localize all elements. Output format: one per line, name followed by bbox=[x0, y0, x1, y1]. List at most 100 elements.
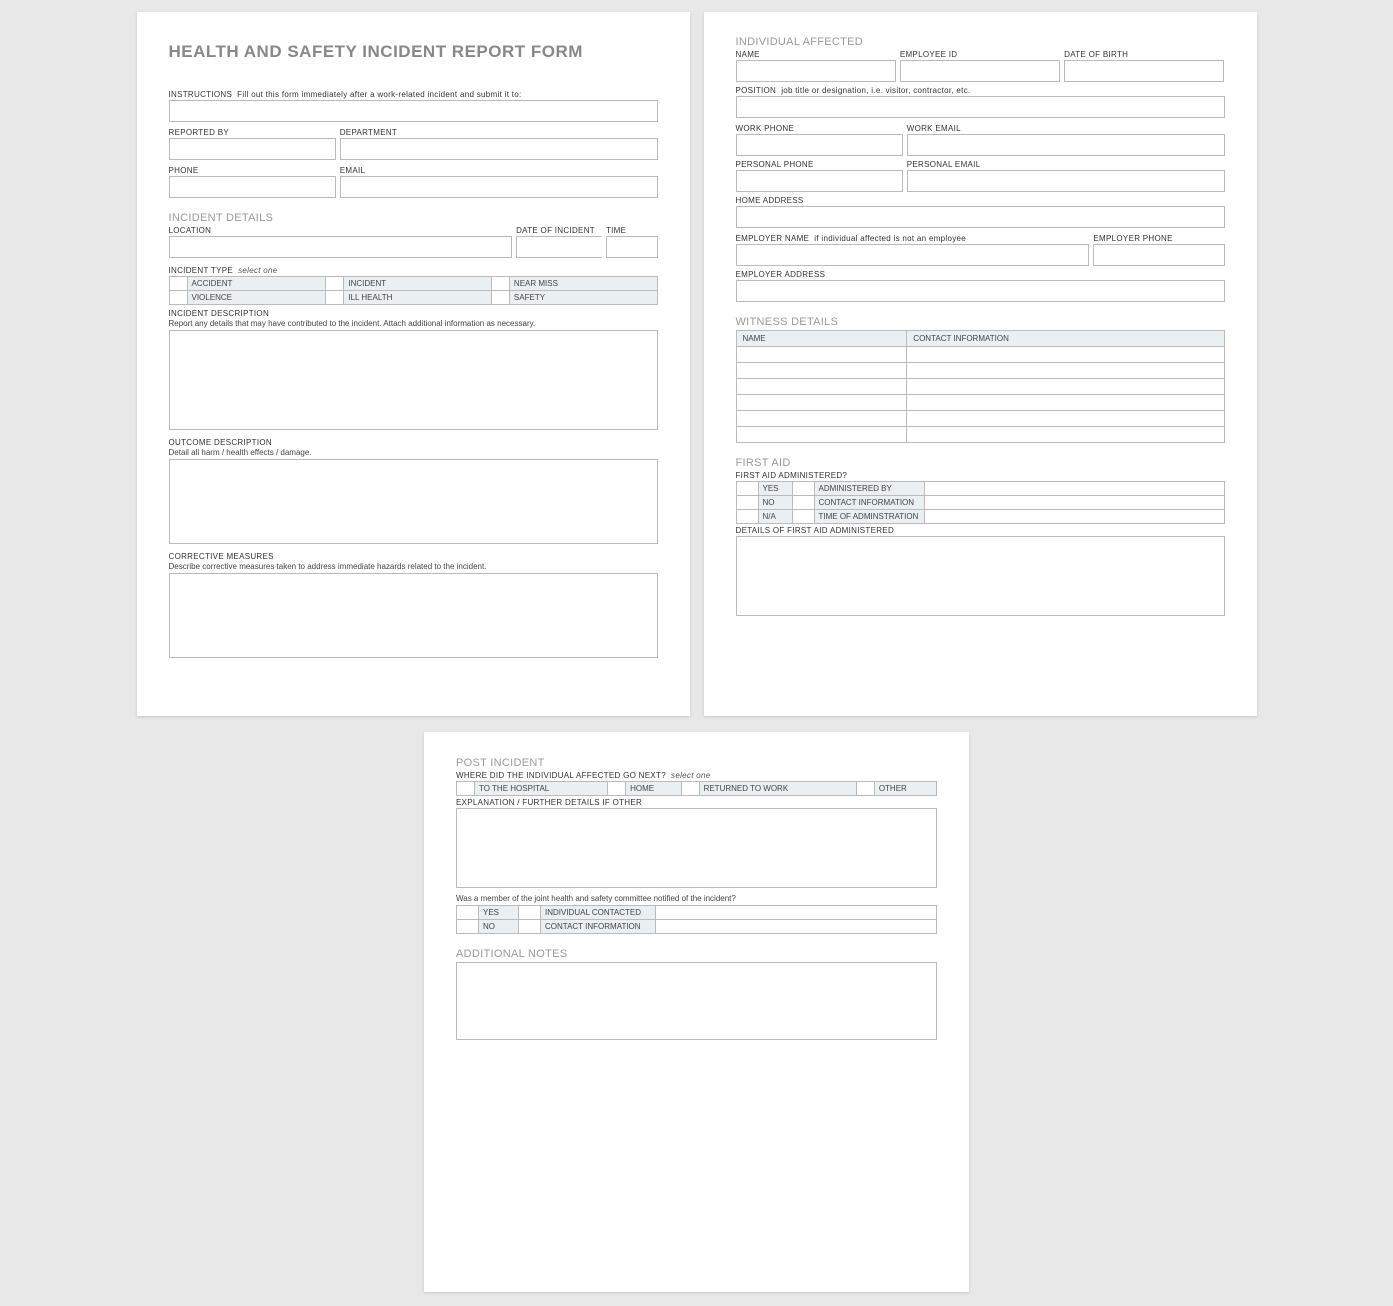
accident-label: ACCIDENT bbox=[187, 277, 326, 291]
accident-check[interactable] bbox=[169, 277, 187, 291]
post-head: POST INCIDENT bbox=[456, 757, 937, 769]
witness-contact-input[interactable] bbox=[907, 379, 1224, 395]
time-label: TIME bbox=[606, 226, 658, 235]
date-input[interactable] bbox=[516, 236, 602, 258]
witness-contact-input[interactable] bbox=[907, 347, 1224, 363]
dob-input[interactable] bbox=[1064, 60, 1224, 82]
witness-contact-header: CONTACT INFORMATION bbox=[907, 331, 1224, 347]
empphone-input[interactable] bbox=[1093, 244, 1224, 266]
nearmiss-check[interactable] bbox=[491, 277, 509, 291]
where-hint: select one bbox=[671, 771, 710, 780]
fa-details-input[interactable] bbox=[736, 536, 1225, 616]
empaddr-label: EMPLOYER ADDRESS bbox=[736, 270, 1225, 279]
witness-name-input[interactable] bbox=[736, 395, 907, 411]
department-label: DEPARTMENT bbox=[340, 128, 658, 137]
outcome-label: OUTCOME DESCRIPTION bbox=[169, 438, 658, 447]
witness-name-input[interactable] bbox=[736, 347, 907, 363]
where-label: WHERE DID THE INDIVIDUAL AFFECTED GO NEX… bbox=[456, 771, 666, 780]
witness-name-input[interactable] bbox=[736, 427, 907, 443]
jc-contacted-input[interactable] bbox=[656, 906, 937, 920]
incident-details-head: INCIDENT DETAILS bbox=[169, 212, 658, 224]
other-label: OTHER bbox=[874, 782, 936, 796]
location-label: LOCATION bbox=[169, 226, 513, 235]
witness-name-input[interactable] bbox=[736, 411, 907, 427]
phone-input[interactable] bbox=[169, 176, 336, 198]
nearmiss-label: NEAR MISS bbox=[509, 277, 657, 291]
page-3: POST INCIDENT WHERE DID THE INDIVIDUAL A… bbox=[424, 732, 969, 1292]
safety-check[interactable] bbox=[491, 291, 509, 305]
fa-contact-input[interactable] bbox=[924, 496, 1224, 510]
form-title: HEALTH AND SAFETY INCIDENT REPORT FORM bbox=[169, 42, 658, 62]
incident-desc-sub: Report any details that may have contrib… bbox=[169, 319, 658, 328]
instructions-text: Fill out this form immediately after a w… bbox=[237, 90, 521, 99]
empid-input[interactable] bbox=[900, 60, 1060, 82]
pphone-input[interactable] bbox=[736, 170, 903, 192]
firstaid-question: FIRST AID ADMINISTERED? bbox=[736, 471, 1225, 480]
jc-no-check[interactable] bbox=[457, 920, 479, 934]
workemail-input[interactable] bbox=[907, 134, 1225, 156]
email-label: EMAIL bbox=[340, 166, 658, 175]
jc-contacted-label: INDIVIDUAL CONTACTED bbox=[541, 906, 656, 920]
committee-question: Was a member of the joint health and saf… bbox=[456, 894, 937, 903]
committee-table: YES INDIVIDUAL CONTACTED NO CONTACT INFO… bbox=[456, 905, 937, 934]
workemail-label: WORK EMAIL bbox=[907, 124, 1225, 133]
position-input[interactable] bbox=[736, 96, 1225, 118]
fa-contact-label: CONTACT INFORMATION bbox=[814, 496, 924, 510]
corrective-input[interactable] bbox=[169, 573, 658, 658]
witness-contact-input[interactable] bbox=[907, 363, 1224, 379]
incident-desc-input[interactable] bbox=[169, 330, 658, 430]
workphone-input[interactable] bbox=[736, 134, 903, 156]
fa-na-check[interactable] bbox=[736, 510, 758, 524]
other-check[interactable] bbox=[856, 782, 874, 796]
workphone-label: WORK PHONE bbox=[736, 124, 903, 133]
witness-contact-input[interactable] bbox=[907, 395, 1224, 411]
witness-name-input[interactable] bbox=[736, 363, 907, 379]
illhealth-check[interactable] bbox=[326, 291, 344, 305]
violence-check[interactable] bbox=[169, 291, 187, 305]
outcome-sub: Detail all harm / health effects / damag… bbox=[169, 448, 658, 457]
returned-label: RETURNED TO WORK bbox=[699, 782, 856, 796]
home-check[interactable] bbox=[608, 782, 626, 796]
homeaddr-input[interactable] bbox=[736, 206, 1225, 228]
fa-yes-check[interactable] bbox=[736, 482, 758, 496]
home-label: HOME bbox=[626, 782, 681, 796]
hospital-label: TO THE HOSPITAL bbox=[475, 782, 608, 796]
empphone-label: EMPLOYER PHONE bbox=[1093, 234, 1224, 243]
location-input[interactable] bbox=[169, 236, 513, 258]
witness-name-input[interactable] bbox=[736, 379, 907, 395]
empname-label: EMPLOYER NAME bbox=[736, 234, 810, 243]
fa-time-input[interactable] bbox=[924, 510, 1224, 524]
name-input[interactable] bbox=[736, 60, 896, 82]
explanation-input[interactable] bbox=[456, 808, 937, 888]
fa-adminby-input[interactable] bbox=[924, 482, 1224, 496]
time-input[interactable] bbox=[606, 236, 658, 258]
pemail-input[interactable] bbox=[907, 170, 1225, 192]
department-input[interactable] bbox=[340, 138, 658, 160]
hospital-check[interactable] bbox=[457, 782, 475, 796]
instructions-input[interactable] bbox=[169, 100, 658, 122]
notes-input[interactable] bbox=[456, 962, 937, 1040]
jc-yes-check[interactable] bbox=[457, 906, 479, 920]
where-table: TO THE HOSPITAL HOME RETURNED TO WORK OT… bbox=[456, 781, 937, 796]
homeaddr-label: HOME ADDRESS bbox=[736, 196, 1225, 205]
instructions-label: INSTRUCTIONS bbox=[169, 90, 233, 99]
witness-contact-input[interactable] bbox=[907, 411, 1224, 427]
empname-input[interactable] bbox=[736, 244, 1090, 266]
empaddr-input[interactable] bbox=[736, 280, 1225, 302]
fa-no-label: NO bbox=[758, 496, 792, 510]
phone-label: PHONE bbox=[169, 166, 336, 175]
individual-head: INDIVIDUAL AFFECTED bbox=[736, 36, 1225, 48]
corrective-sub: Describe corrective measures taken to ad… bbox=[169, 562, 658, 571]
email-input[interactable] bbox=[340, 176, 658, 198]
position-hint: job title or designation, i.e. visitor, … bbox=[781, 86, 970, 95]
reported-by-input[interactable] bbox=[169, 138, 336, 160]
fa-no-check[interactable] bbox=[736, 496, 758, 510]
witness-contact-input[interactable] bbox=[907, 427, 1224, 443]
incident-check[interactable] bbox=[326, 277, 344, 291]
returned-check[interactable] bbox=[681, 782, 699, 796]
fa-time-label: TIME OF ADMINSTRATION bbox=[814, 510, 924, 524]
outcome-input[interactable] bbox=[169, 459, 658, 544]
witness-table: NAME CONTACT INFORMATION bbox=[736, 330, 1225, 443]
jc-info-input[interactable] bbox=[656, 920, 937, 934]
fa-na-label: N/A bbox=[758, 510, 792, 524]
